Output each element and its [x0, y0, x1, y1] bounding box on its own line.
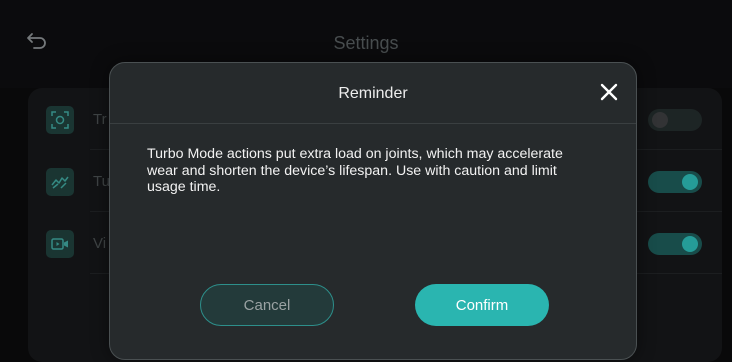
confirm-button[interactable]: Confirm	[415, 284, 549, 326]
dialog-header: Reminder	[110, 63, 636, 123]
cancel-button[interactable]: Cancel	[200, 284, 334, 326]
close-icon	[600, 83, 618, 101]
dialog-title: Reminder	[338, 85, 408, 102]
dialog-message: Turbo Mode actions put extra load on joi…	[147, 146, 563, 195]
dialog-divider	[110, 123, 636, 124]
reminder-dialog: Reminder Turbo Mode actions put extra lo…	[109, 62, 637, 360]
close-button[interactable]	[596, 79, 622, 105]
